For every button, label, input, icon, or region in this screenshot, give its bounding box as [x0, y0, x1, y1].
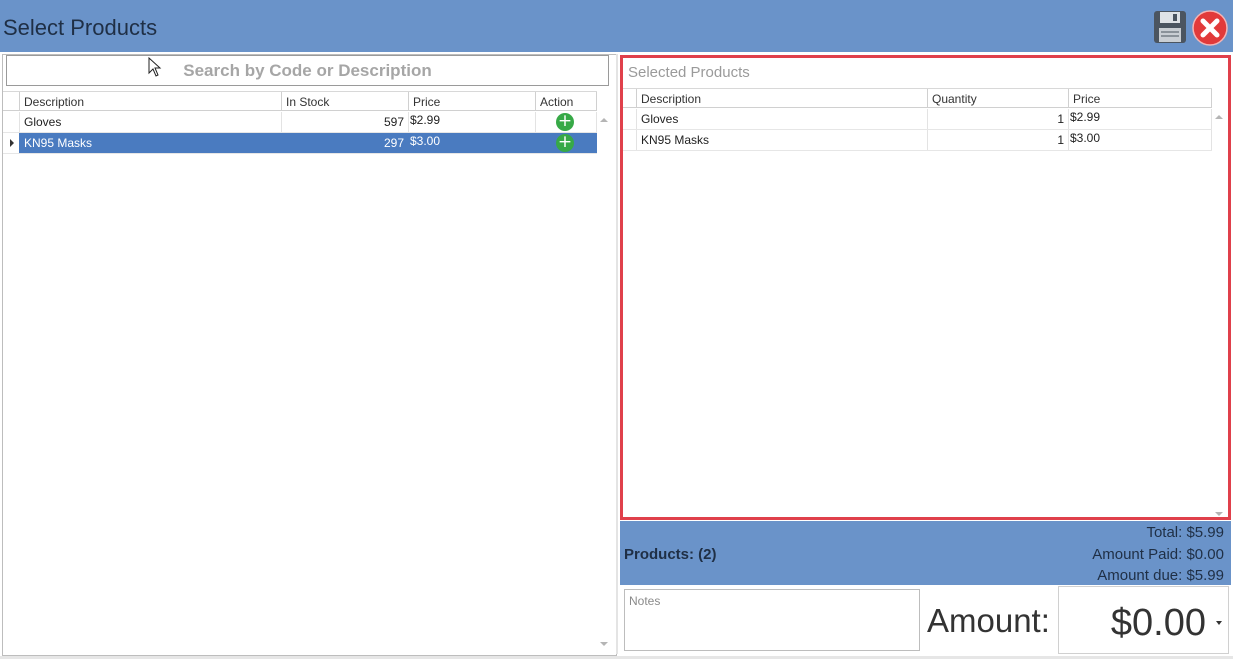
panel-divider[interactable] — [616, 54, 618, 654]
grid-header: Description In Stock Price Action — [3, 91, 597, 111]
table-row[interactable]: Gloves 597 $2.99 + — [3, 112, 597, 133]
bottom-border — [0, 656, 1233, 659]
scroll-down-arrow-icon[interactable] — [1215, 512, 1223, 516]
column-header-in-stock[interactable]: In Stock — [282, 92, 409, 111]
table-row[interactable]: KN95 Masks 1 $3.00 — [623, 130, 1212, 151]
cell-description: Gloves — [637, 109, 928, 129]
column-header-description[interactable]: Description — [637, 89, 928, 108]
cell-description: KN95 Masks — [20, 133, 282, 153]
close-button[interactable] — [1192, 10, 1228, 46]
scroll-up-arrow-icon[interactable] — [1215, 115, 1223, 119]
add-icon[interactable]: + — [556, 134, 574, 152]
column-header-quantity[interactable]: Quantity — [928, 89, 1069, 108]
amount-due-label: Amount due: $5.99 — [1097, 567, 1224, 584]
products-count: Products: (2) — [624, 546, 717, 563]
add-icon[interactable]: + — [556, 113, 574, 131]
save-button[interactable] — [1153, 10, 1187, 44]
cell-in-stock: 297 — [282, 133, 409, 153]
row-indicator — [623, 109, 637, 129]
grid-header: Description Quantity Price — [623, 88, 1212, 108]
notes-field[interactable] — [624, 589, 920, 651]
cell-quantity[interactable]: 1 — [928, 109, 1069, 129]
amount-paid-label: Amount Paid: $0.00 — [1092, 546, 1224, 563]
row-indicator-header — [3, 92, 20, 111]
scroll-down-arrow-icon[interactable] — [600, 642, 608, 646]
cell-price: $2.99 — [409, 112, 536, 132]
mouse-cursor-icon — [148, 57, 162, 77]
row-indicator — [623, 130, 637, 150]
current-row-arrow-icon — [10, 139, 14, 147]
totals-summary: Products: (2) Total: $5.99 Amount Paid: … — [620, 521, 1231, 585]
table-row[interactable]: KN95 Masks 297 $3.00 + — [3, 133, 597, 154]
table-row[interactable]: Gloves 1 $2.99 — [623, 109, 1212, 130]
amount-input[interactable]: $0.00 — [1058, 586, 1229, 654]
selected-products-title: Selected Products — [628, 64, 750, 81]
cell-price: $2.99 — [1069, 109, 1212, 129]
dropdown-caret-icon[interactable] — [1216, 621, 1222, 625]
close-icon — [1192, 10, 1228, 46]
products-grid: Description In Stock Price Action Gloves… — [3, 91, 614, 653]
cell-price: $3.00 — [409, 133, 536, 153]
amount-label: Amount: — [927, 602, 1050, 639]
column-header-price[interactable]: Price — [1069, 89, 1212, 108]
total-label: Total: $5.99 — [1146, 524, 1224, 541]
selected-products-panel: Selected Products Description Quantity P… — [620, 55, 1231, 520]
cell-action: + — [536, 133, 597, 153]
floppy-disk-icon — [1154, 11, 1186, 43]
cell-action: + — [536, 112, 597, 132]
row-indicator-header — [623, 89, 637, 108]
selected-products-grid: Description Quantity Price Gloves 1 $2.9… — [623, 88, 1228, 518]
cell-in-stock: 597 — [282, 112, 409, 132]
window-title: Select Products — [3, 15, 158, 40]
search-input[interactable] — [6, 55, 609, 86]
cell-price: $3.00 — [1069, 130, 1212, 150]
cell-description: Gloves — [20, 112, 282, 132]
title-bar: Select Products — [0, 0, 1233, 52]
cell-quantity[interactable]: 1 — [928, 130, 1069, 150]
row-indicator — [3, 133, 20, 153]
row-indicator — [3, 112, 20, 132]
column-header-price[interactable]: Price — [409, 92, 536, 111]
products-panel: Description In Stock Price Action Gloves… — [2, 54, 617, 656]
amount-value: $0.00 — [1110, 602, 1206, 644]
cell-description: KN95 Masks — [637, 130, 928, 150]
column-header-description[interactable]: Description — [20, 92, 282, 111]
column-header-action[interactable]: Action — [536, 92, 597, 111]
scroll-up-arrow-icon[interactable] — [600, 118, 608, 122]
